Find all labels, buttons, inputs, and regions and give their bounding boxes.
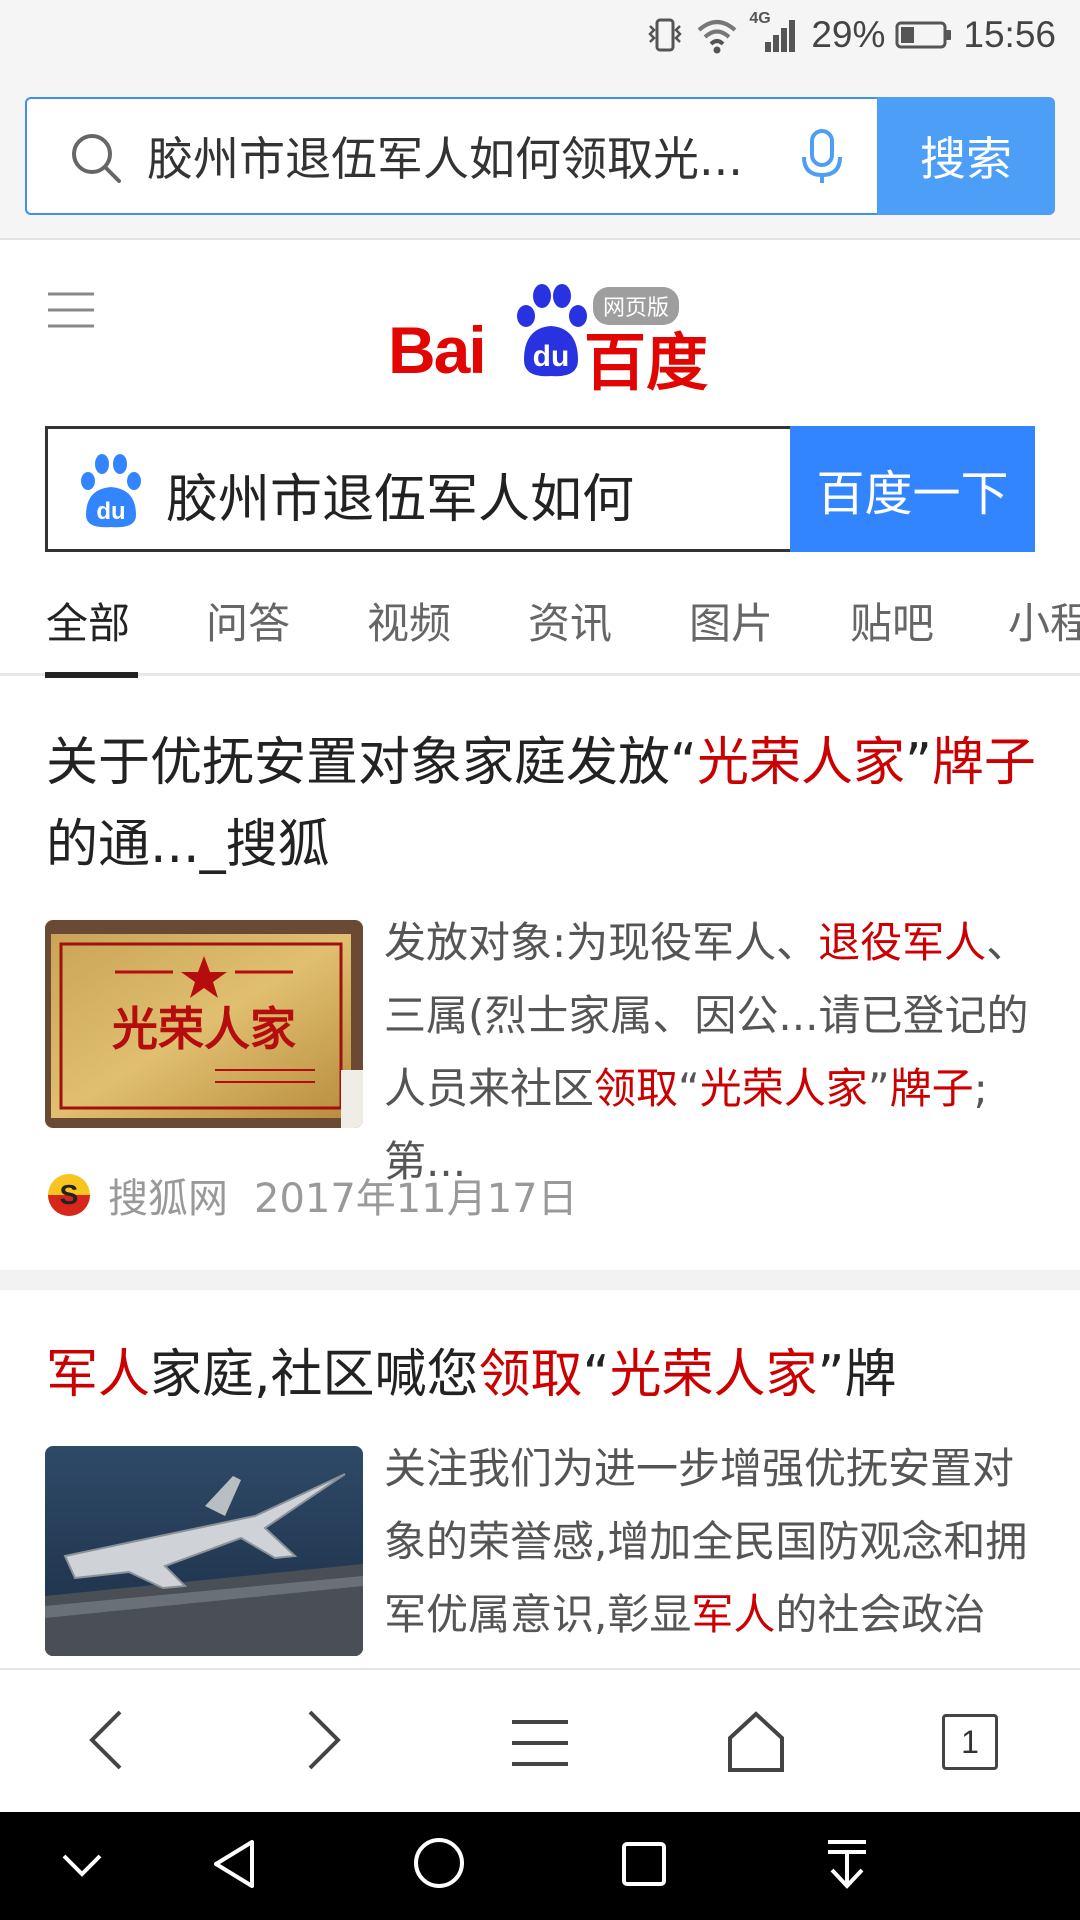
vibrate-icon (648, 18, 683, 52)
tab-news[interactable]: 资讯 (528, 590, 612, 651)
back-icon[interactable] (84, 1706, 128, 1774)
browser-query-text: 胶州市退伍军人如何领取光... (147, 132, 743, 186)
result-title[interactable]: 军人家庭,社区喊您领取“光荣人家”牌 (46, 1334, 1036, 1416)
svg-text:S: S (60, 1179, 79, 1210)
result-snippet: 发放对象:为现役军人、退役军人、三属(烈士家属、因公...请已登记的人员来社区领… (384, 918, 1029, 1186)
browser-address-bar: 胶州市退伍军人如何领取光... 搜索 (0, 75, 1080, 240)
tab-count-button[interactable]: 1 (942, 1714, 998, 1770)
wifi-icon (698, 20, 737, 54)
baidu-search-input[interactable]: du 胶州市退伍军人如何 (45, 426, 790, 552)
active-tab-indicator (45, 672, 138, 678)
menu-lines-icon[interactable] (510, 1718, 570, 1768)
baidu-search-button[interactable]: 百度一下 (790, 426, 1035, 552)
microphone-icon[interactable] (797, 127, 847, 187)
notification-pulldown-icon[interactable] (824, 1836, 870, 1892)
baidu-paw-small-icon: du (81, 454, 141, 528)
sohu-icon: S (48, 1174, 90, 1216)
system-nav-bar (0, 1812, 1080, 1920)
plaque-text: 光荣人家 (112, 1002, 296, 1056)
title-text: 关于优抚安置对象家庭发放“ (46, 733, 697, 793)
logo-du-text: du (533, 340, 570, 373)
title-highlight: 光荣人家 (609, 1345, 818, 1405)
result-category-tabs: 全部 问答 视频 资讯 图片 贴吧 小程 (0, 580, 1080, 678)
title-text: 的通..._搜狐 (46, 815, 330, 875)
title-highlight: 军人 (46, 1345, 151, 1405)
baidu-paw-icon: du (517, 284, 587, 377)
title-highlight: 光荣人家 (696, 733, 905, 793)
tab-qa[interactable]: 问答 (206, 590, 290, 651)
tab-tieba[interactable]: 贴吧 (850, 590, 934, 651)
tab-video[interactable]: 视频 (367, 590, 451, 651)
result-snippet: 关注我们为进一步增强优抚安置对象的荣誉感,增加全民国防观念和拥军优属意识,彰显军… (384, 1444, 1028, 1639)
status-bar: 4G 29% 15:56 (0, 0, 1080, 75)
battery-percent: 29% (811, 14, 886, 55)
result-source[interactable]: S 搜狐网 2017年11月17日 (46, 1166, 578, 1224)
logo-bai-text: Bai (388, 313, 487, 387)
chevron-down-icon[interactable] (60, 1850, 104, 1880)
home-icon[interactable] (726, 1710, 786, 1774)
browser-search-button[interactable]: 搜索 (877, 97, 1055, 215)
tab-all[interactable]: 全部 (46, 590, 130, 651)
result-separator (0, 1270, 1080, 1290)
clock: 15:56 (963, 14, 1056, 55)
publish-date: 2017年11月17日 (254, 1176, 578, 1222)
web-version-badge: 网页版 (593, 287, 680, 325)
browser-toolbar: 1 (0, 1668, 1080, 1812)
battery-icon (895, 21, 952, 49)
tab-mini-program[interactable]: 小程 (1008, 590, 1080, 651)
logo-chinese-text: 百度 (584, 326, 709, 399)
baidu-query-text: 胶州市退伍军人如何 (166, 470, 635, 530)
browser-search-input[interactable]: 胶州市退伍军人如何领取光... (25, 97, 877, 215)
title-text: ”牌 (817, 1345, 897, 1405)
result-thumbnail-plaque[interactable]: 光荣人家 (45, 920, 363, 1128)
result-title[interactable]: 关于优抚安置对象家庭发放“光荣人家”牌子的通..._搜狐 (46, 722, 1036, 886)
signal-icon: 4G (749, 10, 801, 54)
title-text: ” (904, 733, 932, 793)
title-text: 家庭,社区喊您 (150, 1345, 479, 1405)
tab-images[interactable]: 图片 (689, 590, 773, 651)
title-text: “ (582, 1345, 610, 1405)
title-highlight: 领取 (478, 1345, 583, 1405)
svg-text:du: du (96, 498, 125, 525)
baidu-logo: Bai du 百度 网页版 (388, 282, 718, 399)
forward-icon[interactable] (302, 1706, 346, 1774)
source-name: 搜狐网 (108, 1176, 228, 1222)
nav-back-icon[interactable] (210, 1838, 258, 1890)
nav-home-icon[interactable] (412, 1836, 466, 1890)
search-icon (72, 134, 121, 183)
menu-icon[interactable] (46, 290, 96, 330)
nav-recents-icon[interactable] (620, 1840, 668, 1888)
status-icons: 4G 29% 15:56 (645, 10, 1056, 56)
title-highlight: 牌子 (931, 733, 1036, 793)
result-thumbnail-jet[interactable] (45, 1446, 363, 1656)
